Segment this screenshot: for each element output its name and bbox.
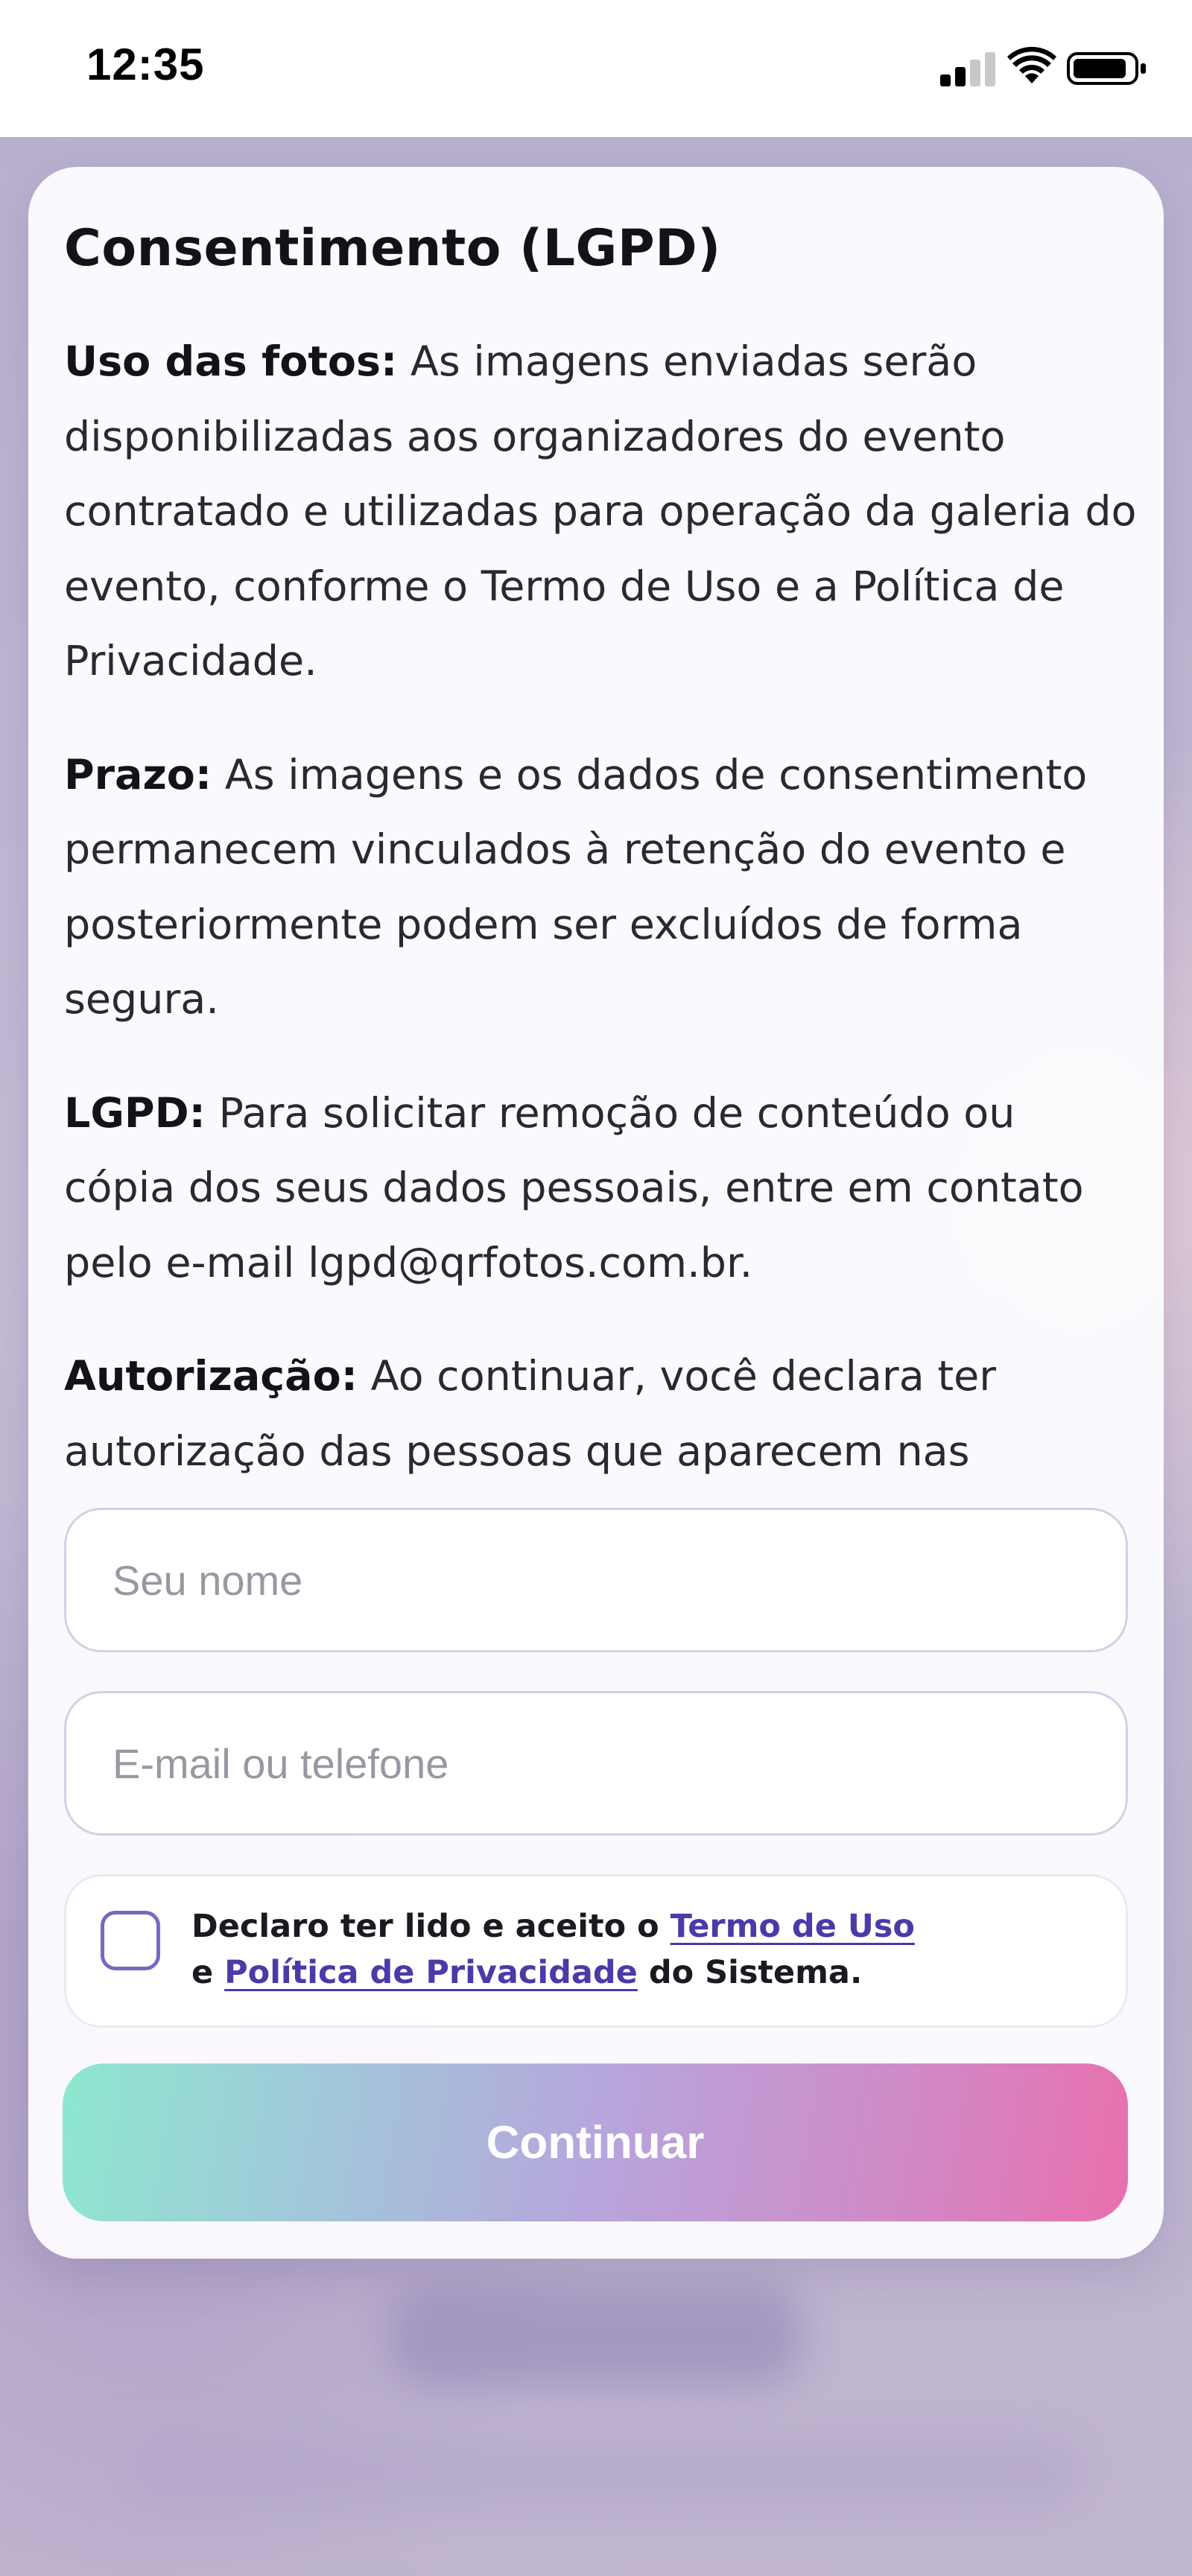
continue-button[interactable]: Continuar — [63, 2063, 1128, 2221]
paragraph-text: As imagens e os dados de consentimento p… — [64, 750, 1088, 1024]
terms-paragraph-lgpd: LGPD: Para solicitar remoção de conteúdo… — [64, 1076, 1137, 1301]
paragraph-label: LGPD: — [64, 1088, 206, 1138]
terms-scroll-area[interactable]: Uso das fotos: As imagens enviadas serão… — [64, 325, 1137, 1651]
consent-text-part: Declaro ter lido e aceito o — [191, 1908, 670, 1945]
consent-text-part: do Sistema. — [637, 1954, 863, 1991]
paragraph-label: Autorização: — [64, 1352, 358, 1400]
email-or-phone-input[interactable] — [64, 1691, 1128, 1836]
blurred-shape — [387, 2284, 805, 2388]
terms-of-use-link[interactable]: Termo de Uso — [670, 1908, 915, 1945]
paragraph-label: Prazo: — [64, 750, 212, 799]
paragraph-text: Para solicitar remoção de conteúdo ou có… — [64, 1088, 1084, 1287]
name-input[interactable] — [64, 1508, 1128, 1652]
privacy-policy-link[interactable]: Política de Privacidade — [224, 1954, 638, 1991]
consent-text-part: e — [191, 1954, 225, 1991]
terms-paragraph-authorization: Autorização: Ao continuar, você declara … — [64, 1339, 1137, 1489]
battery-icon — [1067, 52, 1146, 85]
wifi-icon — [1007, 46, 1056, 83]
paragraph-label: Uso das fotos: — [64, 337, 398, 386]
terms-paragraph-deadline: Prazo: As imagens e os dados de consenti… — [64, 738, 1137, 1038]
status-bar: 12:35 — [0, 0, 1192, 137]
consent-checkbox-row[interactable]: Declaro ter lido e aceito o Termo de Uso… — [64, 1874, 1128, 2028]
card-title: Consentimento (LGPD) — [64, 219, 721, 278]
consent-card: Consentimento (LGPD) Uso das fotos: As i… — [28, 167, 1164, 2259]
consent-checkbox[interactable] — [101, 1911, 160, 1970]
paragraph-text: As imagens enviadas serão disponibilizad… — [64, 337, 1137, 685]
terms-paragraph-photo-use: Uso das fotos: As imagens enviadas serão… — [64, 325, 1137, 699]
status-time: 12:35 — [86, 39, 205, 89]
cellular-signal-icon — [940, 51, 995, 86]
blurred-shape — [119, 2433, 1088, 2515]
consent-label: Declaro ter lido e aceito o Termo de Uso… — [191, 1903, 1085, 1996]
